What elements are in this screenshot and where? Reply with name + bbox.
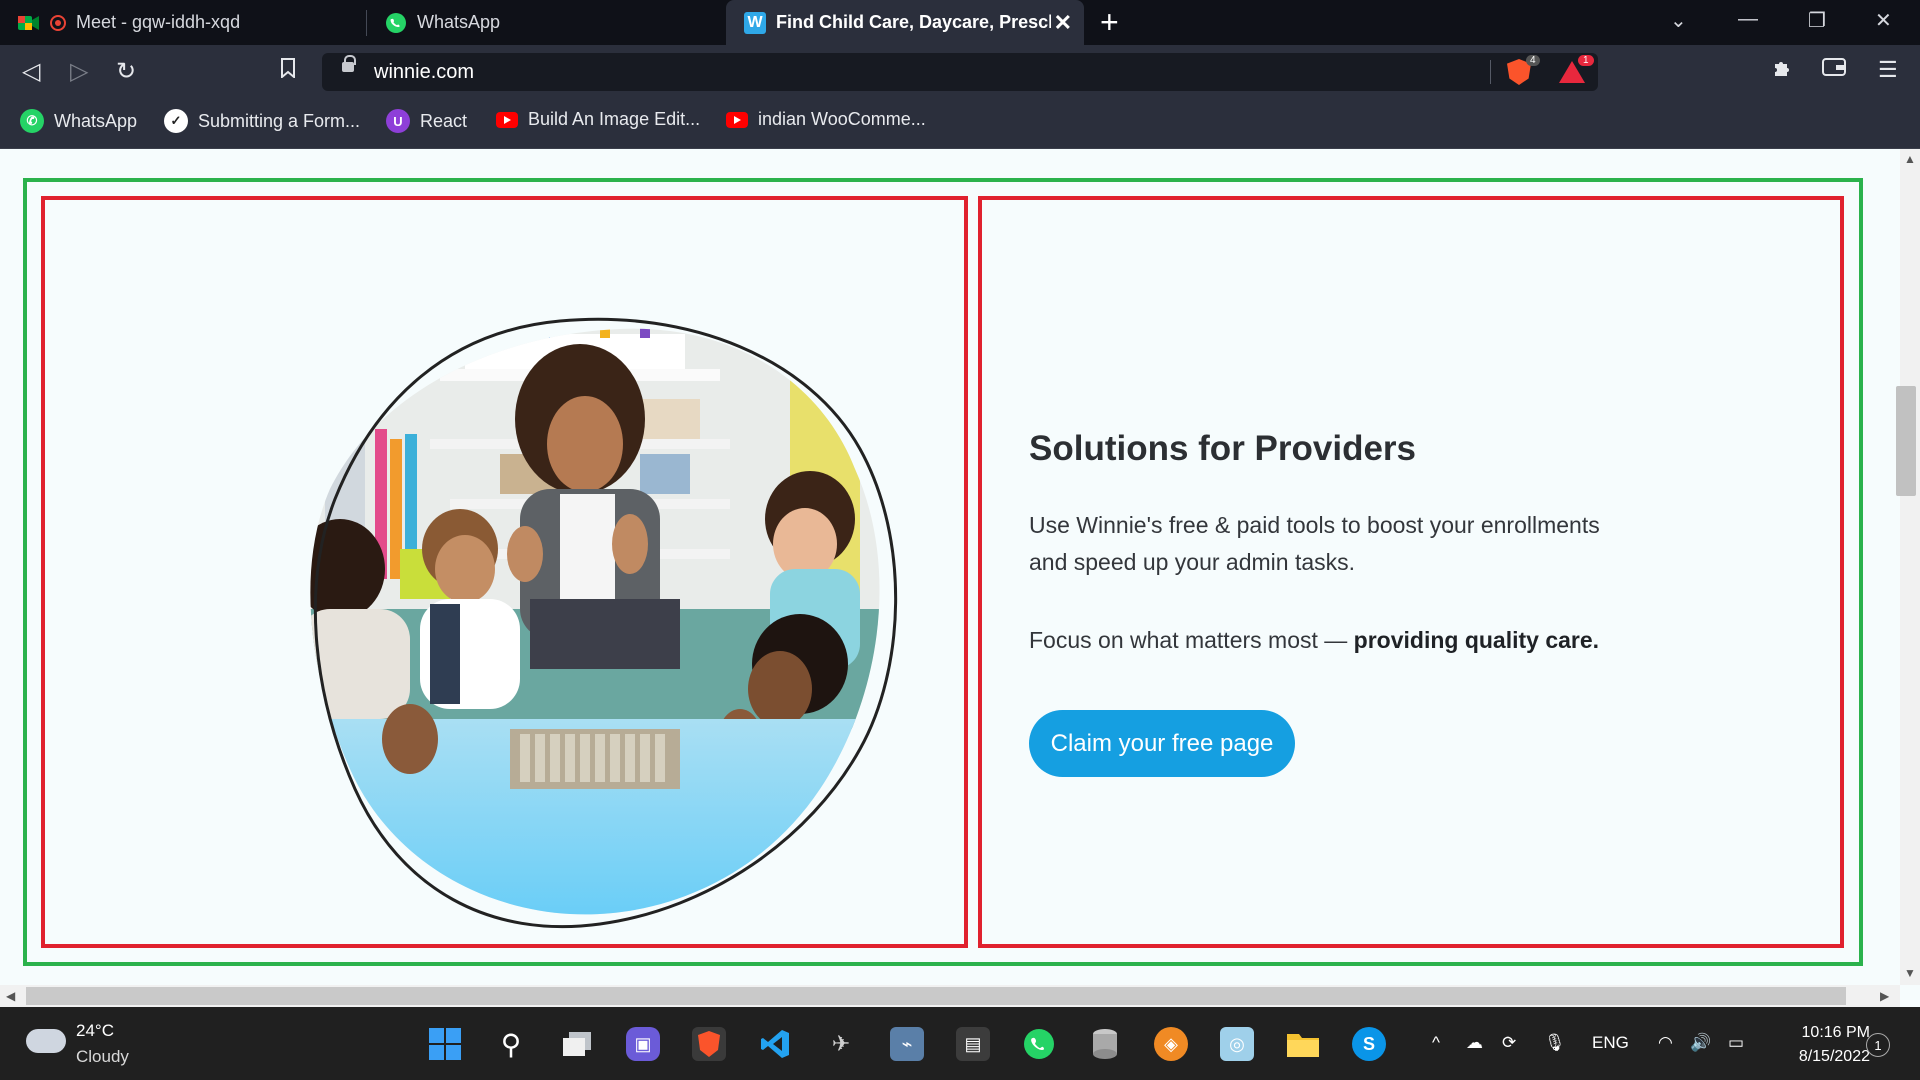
- media-app-icon[interactable]: ▤: [956, 1027, 990, 1061]
- bookmark-woocommerce[interactable]: indian WooComme...: [726, 109, 926, 130]
- microphone-icon[interactable]: 🎙: [1544, 1033, 1566, 1053]
- app-orange-icon[interactable]: ◈: [1154, 1027, 1188, 1061]
- tab-strip: Meet - gqw-iddh-xqd WhatsApp W Find Chil…: [0, 0, 1920, 45]
- new-tab-button[interactable]: +: [1100, 4, 1119, 41]
- page-title: Solutions for Providers: [1029, 429, 1416, 468]
- minimize-icon[interactable]: —: [1738, 8, 1758, 31]
- scroll-up-arrow-icon[interactable]: ▲: [1904, 152, 1916, 166]
- vertical-scrollbar[interactable]: [1900, 149, 1920, 985]
- weather-description[interactable]: Cloudy: [76, 1047, 129, 1067]
- scroll-down-arrow-icon[interactable]: ▼: [1904, 966, 1916, 980]
- close-window-icon[interactable]: ✕: [1875, 8, 1892, 33]
- wifi-icon[interactable]: ◠: [1658, 1033, 1673, 1053]
- clock-date: 8/15/2022: [1798, 1048, 1870, 1065]
- focus-emphasis: providing quality care.: [1353, 627, 1600, 653]
- task-view-icon[interactable]: [560, 1027, 594, 1061]
- react-ext-icon: U: [386, 109, 410, 133]
- back-icon[interactable]: ◁: [22, 57, 40, 86]
- bookmark-label: indian WooComme...: [758, 109, 926, 129]
- youtube-icon: [496, 111, 518, 128]
- app-blue-icon[interactable]: ◎: [1220, 1027, 1254, 1061]
- scroll-left-arrow-icon[interactable]: ◀: [6, 989, 15, 1003]
- whatsapp-icon: ✆: [20, 109, 44, 133]
- tab-title: Find Child Care, Daycare, Prescho: [776, 12, 1051, 32]
- chevron-up-icon[interactable]: ^: [1432, 1033, 1440, 1053]
- forward-icon[interactable]: ▷: [70, 57, 88, 86]
- rewards-count-badge: 1: [1578, 55, 1594, 66]
- teacher-and-children-photo: [300, 269, 950, 949]
- system-clock[interactable]: 10:16 PM 8/15/2022: [1770, 1021, 1870, 1069]
- winnie-icon: W: [744, 11, 766, 34]
- notification-badge[interactable]: 1: [1866, 1033, 1890, 1057]
- weather-temperature[interactable]: 24°C: [76, 1021, 114, 1041]
- url-text: winnie.com: [374, 61, 475, 83]
- scroll-right-arrow-icon[interactable]: ▶: [1880, 989, 1889, 1003]
- tab-search-chevron-icon[interactable]: ⌄: [1670, 8, 1687, 33]
- focus-prefix: Focus on what matters most —: [1029, 627, 1354, 653]
- windows-taskbar: 24°C Cloudy ⚲ ▣ ✈ ⌁ ▤ ◈ ◎ S ^ ☁ ⟳ 🎙 ENG …: [0, 1007, 1920, 1080]
- windows-start-icon[interactable]: [428, 1027, 462, 1061]
- intro-paragraph: Use Winnie's free & paid tools to boost …: [1029, 512, 1600, 575]
- battery-icon[interactable]: ▭: [1728, 1033, 1744, 1053]
- skype-icon[interactable]: S: [1352, 1027, 1386, 1061]
- bookmarks-bar: ✆ WhatsApp ✓ Submitting a Form... U Reac…: [0, 99, 1920, 149]
- whatsapp-icon[interactable]: [1022, 1027, 1056, 1061]
- volume-icon[interactable]: 🔊: [1690, 1033, 1711, 1053]
- tab-winnie[interactable]: W Find Child Care, Daycare, Prescho ✕: [726, 0, 1084, 45]
- language-indicator[interactable]: ENG: [1592, 1033, 1629, 1053]
- address-bar[interactable]: winnie.com 4 1: [322, 53, 1598, 91]
- bookmark-label: React: [420, 110, 468, 131]
- focus-line: Focus on what matters most — providing q…: [1029, 627, 1599, 654]
- database-icon[interactable]: [1088, 1027, 1122, 1061]
- recording-icon: [50, 14, 66, 31]
- bookmark-icon[interactable]: [280, 57, 296, 85]
- extensions-icon[interactable]: [1772, 57, 1794, 85]
- reload-icon[interactable]: ↻: [116, 57, 136, 86]
- tab-title: WhatsApp: [417, 12, 501, 32]
- app-icon[interactable]: ✈: [824, 1027, 858, 1061]
- shield-count-badge: 4: [1526, 55, 1540, 66]
- onedrive-icon[interactable]: ☁: [1466, 1033, 1483, 1053]
- brave-browser-icon[interactable]: [692, 1027, 726, 1061]
- google-meet-icon: [18, 12, 40, 34]
- tab-whatsapp[interactable]: WhatsApp: [367, 0, 722, 45]
- file-explorer-icon[interactable]: [1286, 1027, 1320, 1061]
- web-page: Solutions for Providers Use Winnie's fre…: [0, 149, 1900, 985]
- vscode-icon[interactable]: [758, 1027, 792, 1061]
- clock-time: 10:16 PM: [1801, 1024, 1870, 1041]
- tab-meet[interactable]: Meet - gqw-iddh-xqd: [0, 0, 366, 45]
- tab-title: Meet - gqw-iddh-xqd: [76, 12, 241, 32]
- whatsapp-icon: [385, 12, 407, 34]
- wallet-icon[interactable]: [1822, 57, 1846, 83]
- sync-icon[interactable]: ⟳: [1502, 1033, 1516, 1053]
- bookmark-whatsapp[interactable]: ✆ WhatsApp: [20, 109, 137, 133]
- claim-free-page-button[interactable]: Claim your free page: [1029, 710, 1295, 777]
- check-circle-icon: ✓: [164, 109, 188, 133]
- bookmark-submitting-form[interactable]: ✓ Submitting a Form...: [164, 109, 360, 133]
- monitor-app-icon[interactable]: ⌁: [890, 1027, 924, 1061]
- menu-icon[interactable]: ☰: [1878, 57, 1898, 83]
- teams-chat-icon[interactable]: ▣: [626, 1027, 660, 1061]
- bookmark-image-editor[interactable]: Build An Image Edit...: [496, 109, 700, 130]
- vertical-scroll-thumb[interactable]: [1896, 386, 1916, 496]
- restore-icon[interactable]: ❐: [1808, 8, 1826, 33]
- cloud-icon[interactable]: [26, 1029, 66, 1053]
- bookmark-label: Build An Image Edit...: [528, 109, 701, 129]
- divider: [1490, 60, 1491, 84]
- bookmark-label: Submitting a Form...: [198, 110, 361, 131]
- horizontal-scroll-thumb[interactable]: [26, 987, 1846, 1005]
- search-icon[interactable]: ⚲: [494, 1027, 528, 1061]
- bookmark-react[interactable]: U React: [386, 109, 467, 133]
- browser-toolbar: ◁ ▷ ↻ winnie.com 4 1 ☰: [0, 45, 1920, 99]
- close-tab-icon[interactable]: ✕: [1054, 10, 1072, 36]
- youtube-icon: [726, 111, 748, 128]
- bookmark-label: WhatsApp: [54, 110, 138, 131]
- lock-icon: [342, 55, 356, 72]
